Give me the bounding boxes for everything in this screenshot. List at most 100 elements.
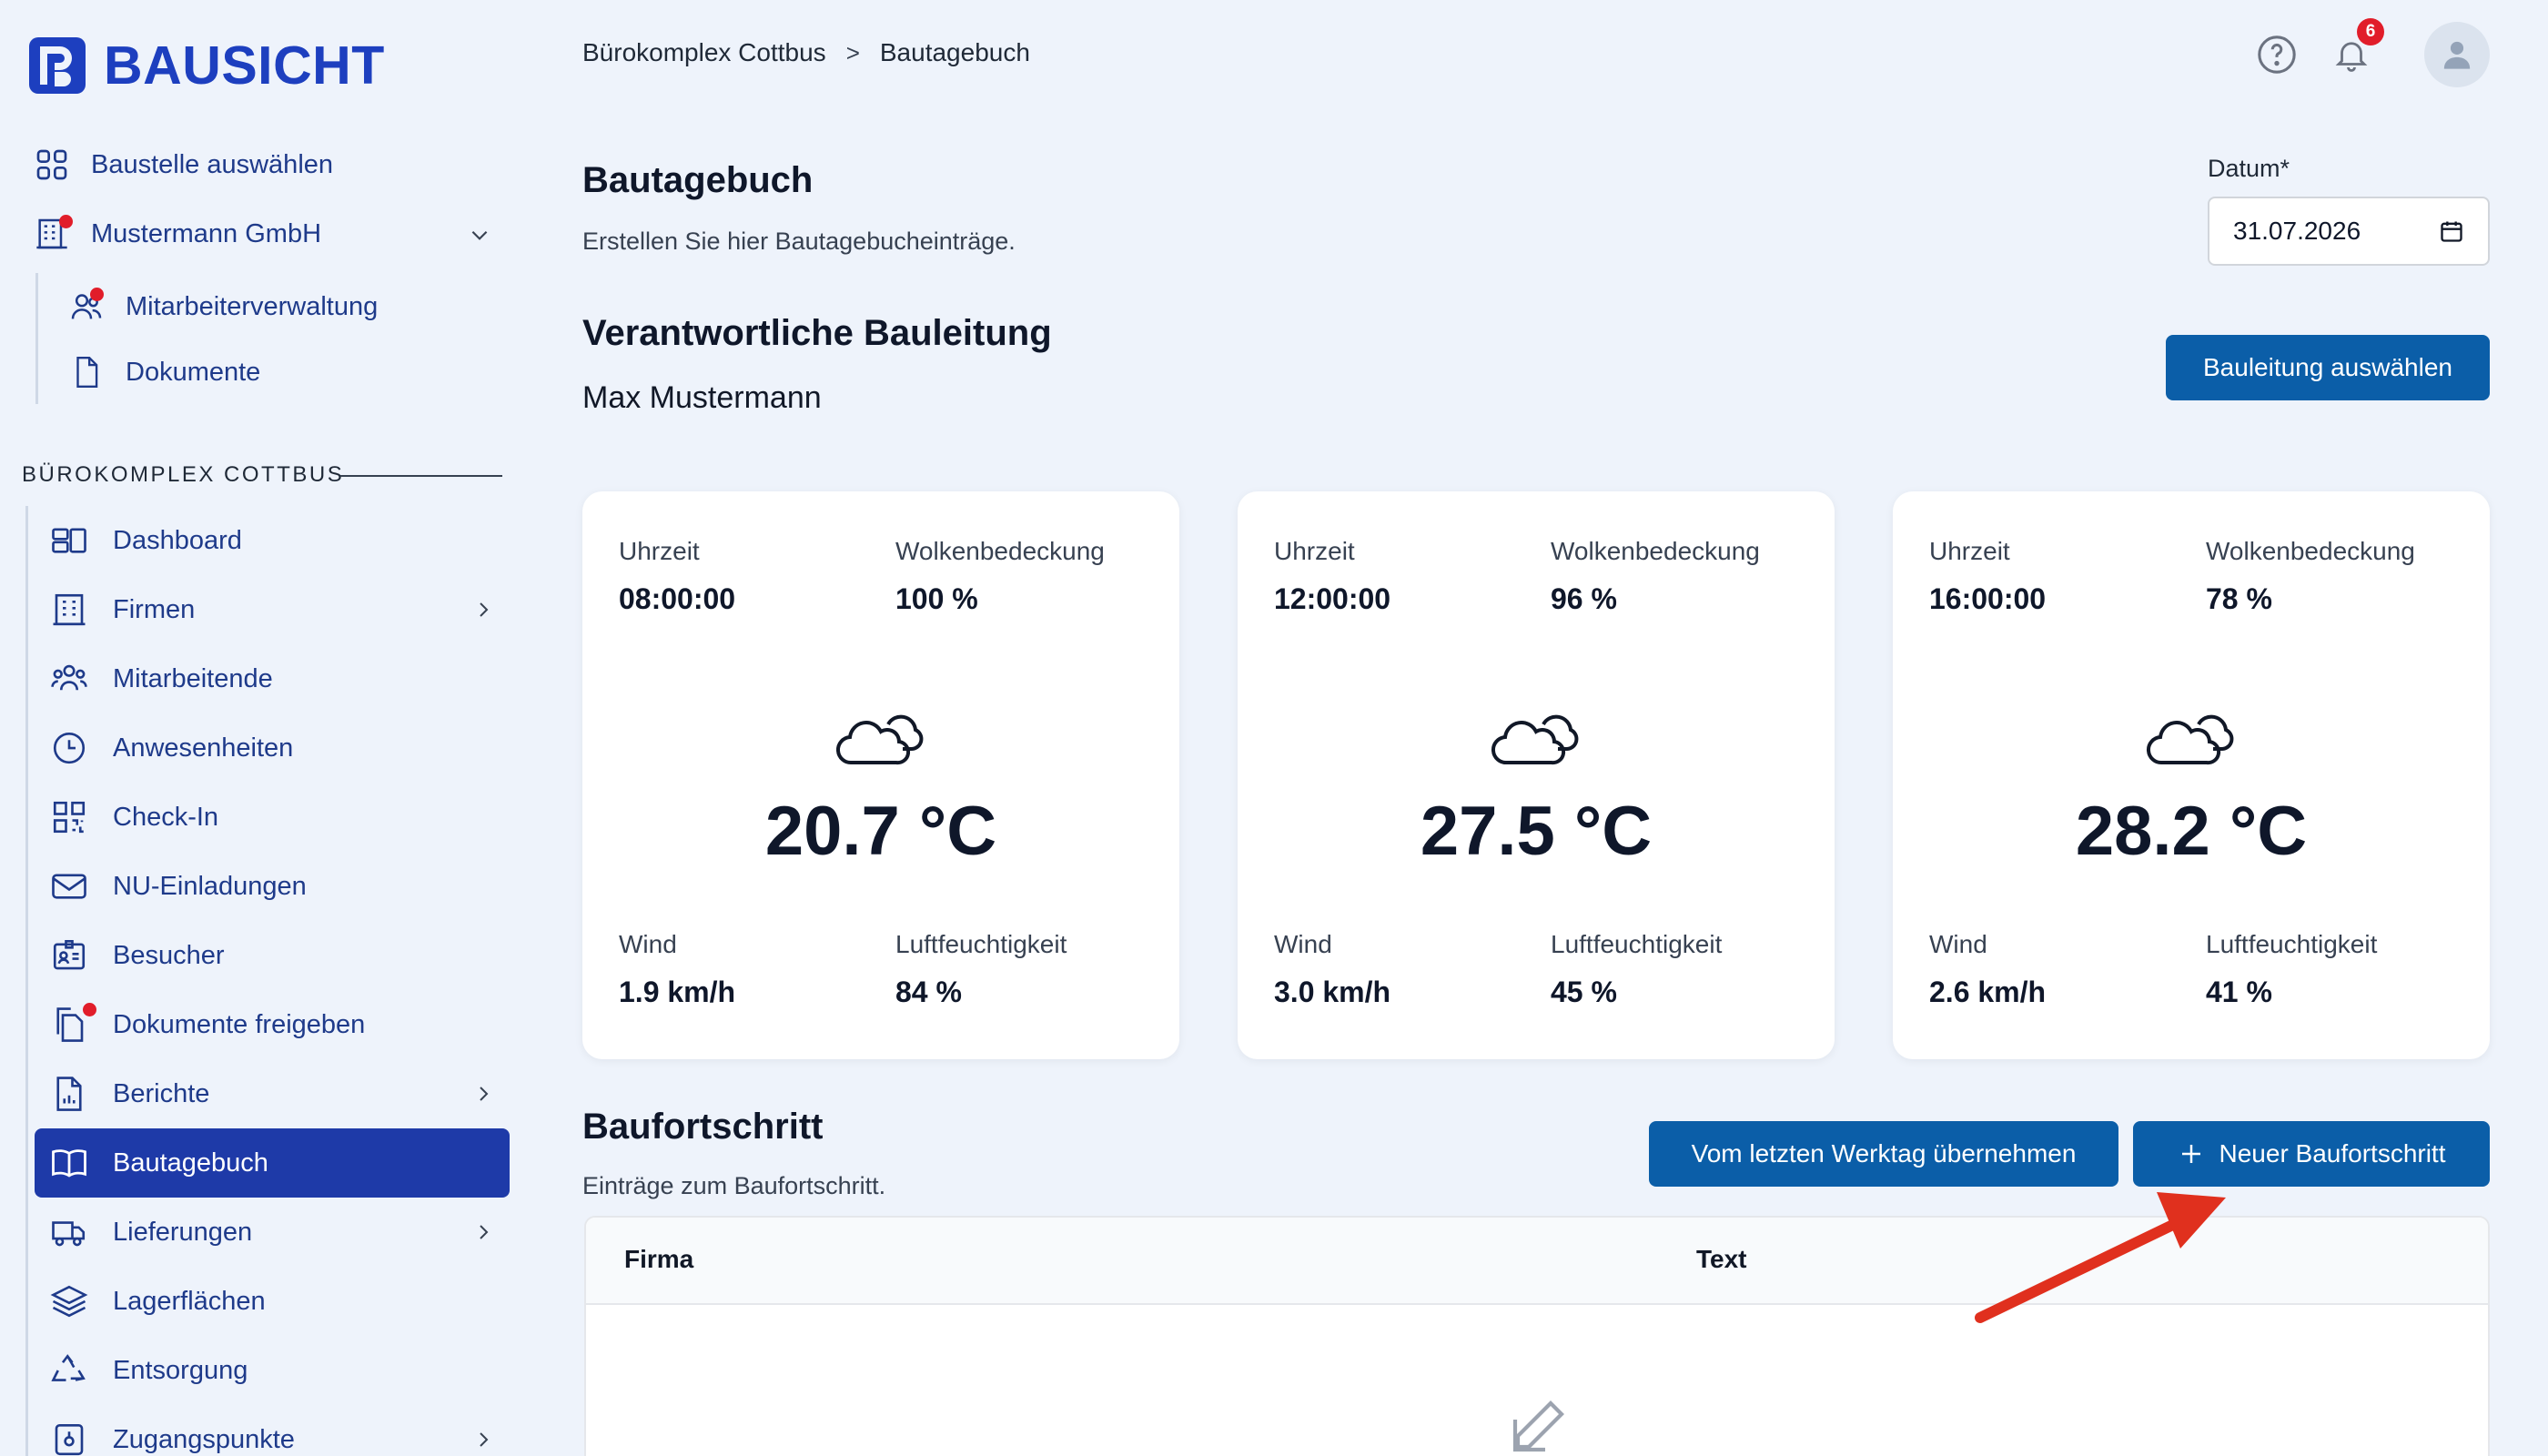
weather-card: Uhrzeit Wolkenbedeckung 08:00:00 100 % 2…	[582, 491, 1179, 1059]
copy-from-last-workday-button[interactable]: Vom letzten Werktag übernehmen	[1649, 1121, 2118, 1187]
chevron-right-icon[interactable]	[470, 1080, 497, 1107]
nav-label: NU-Einladungen	[113, 871, 307, 901]
nav-label: Mitarbeitende	[113, 663, 273, 693]
chevron-down-icon[interactable]	[466, 221, 493, 248]
page-subtitle: Erstellen Sie hier Bautagebucheinträge.	[582, 228, 1016, 255]
column-header-text[interactable]: Text	[1696, 1245, 1747, 1274]
cloud-icon	[2146, 714, 2234, 765]
nav-label: Besucher	[113, 940, 225, 970]
select-site-link[interactable]: Baustelle auswählen	[31, 144, 333, 186]
progress-table: Firma Text	[584, 1216, 2490, 1456]
wind-label: Wind	[1929, 930, 1987, 958]
group-icon	[47, 657, 91, 701]
truck-icon	[47, 1210, 91, 1254]
humidity-label: Luftfeuchtigkeit	[895, 930, 1067, 958]
sidebar-item-check-in[interactable]: Check-In	[35, 783, 510, 852]
report-icon	[47, 1072, 91, 1116]
temperature: 27.5 °C	[1420, 793, 1653, 870]
clouds-label: Wolkenbedeckung	[1551, 537, 1760, 565]
breadcrumb-current: Bautagebuch	[879, 38, 1030, 66]
sidebar-item-dashboard[interactable]: Dashboard	[35, 506, 510, 575]
sidebar-item-sub-invites[interactable]: NU-Einladungen	[35, 852, 510, 921]
sidebar-item-disposal[interactable]: Entsorgung	[35, 1336, 510, 1405]
logo-icon	[29, 37, 86, 94]
humidity-label: Luftfeuchtigkeit	[1551, 930, 1723, 958]
brand-name: BAUSICHT	[104, 35, 385, 96]
sidebar-item-visitors[interactable]: Besucher	[35, 921, 510, 990]
column-header-firm[interactable]: Firma	[624, 1245, 693, 1274]
time-value: 16:00:00	[1929, 582, 2047, 615]
clouds-value: 100 %	[895, 582, 978, 615]
alert-dot	[83, 1003, 96, 1016]
submenu-guide	[35, 273, 38, 404]
section-title: BÜROKOMPLEX COTTBUS	[22, 462, 345, 487]
sidebar-item-attendance[interactable]: Anwesenheiten	[35, 713, 510, 783]
user-icon	[2443, 41, 2471, 69]
nav-label: Bautagebuch	[113, 1148, 268, 1178]
select-manager-button[interactable]: Bauleitung auswählen	[2166, 335, 2490, 400]
new-progress-label: Neuer Baufortschritt	[2219, 1139, 2446, 1168]
nav-label: Dokumente freigeben	[113, 1009, 366, 1039]
nav-label: Zugangspunkte	[113, 1424, 295, 1454]
company-selector[interactable]: Mustermann GmbH	[31, 213, 321, 255]
wind-value: 1.9 km/h	[619, 976, 736, 1008]
page-title: Bautagebuch	[582, 160, 814, 200]
breadcrumb-item[interactable]: Bürokomplex Cottbus	[582, 38, 826, 67]
calendar-icon[interactable]	[2439, 218, 2464, 244]
chevron-right-icon[interactable]	[470, 1426, 497, 1453]
alert-dot	[90, 288, 104, 301]
humidity-label: Luftfeuchtigkeit	[2206, 930, 2378, 958]
clouds-value: 78 %	[2206, 582, 2272, 615]
employee-admin-label: Mitarbeiterverwaltung	[126, 291, 379, 321]
logo[interactable]: BAUSICHT	[27, 35, 385, 96]
sidebar-item-construction-diary[interactable]: Bautagebuch	[35, 1128, 510, 1198]
temperature: 20.7 °C	[764, 793, 997, 870]
progress-heading: Baufortschritt	[582, 1107, 824, 1147]
new-progress-button[interactable]: Neuer Baufortschritt	[2133, 1121, 2490, 1187]
sidebar-item-deliveries[interactable]: Lieferungen	[35, 1198, 510, 1267]
recycle-icon	[47, 1349, 91, 1392]
cloud-icon	[1491, 714, 1579, 765]
documents-copy-icon	[47, 1003, 96, 1046]
grid-icon	[31, 144, 73, 186]
section-divider	[340, 475, 502, 477]
chevron-right-icon[interactable]	[470, 596, 497, 623]
dashboard-icon	[47, 519, 91, 562]
date-value: 31.07.2026	[2233, 217, 2361, 245]
chevron-right-icon: >	[845, 38, 860, 66]
humidity-value: 84 %	[895, 976, 962, 1008]
wind-value: 3.0 km/h	[1274, 976, 1391, 1008]
sidebar-item-access-points[interactable]: Zugangspunkte	[35, 1405, 510, 1456]
sidebar-item-staff[interactable]: Mitarbeitende	[35, 644, 510, 713]
book-icon	[47, 1141, 91, 1185]
clouds-label: Wolkenbedeckung	[895, 537, 1105, 565]
clock-icon	[47, 726, 91, 770]
sidebar-item-release-docs[interactable]: Dokumente freigeben	[35, 990, 510, 1059]
sidebar-item-firms[interactable]: Firmen	[35, 575, 510, 644]
document-icon	[66, 351, 107, 393]
chevron-right-icon[interactable]	[470, 1218, 497, 1246]
time-label: Uhrzeit	[1929, 537, 2010, 565]
clouds-label: Wolkenbedeckung	[2206, 537, 2415, 565]
users-icon	[66, 286, 107, 328]
responsible-heading: Verantwortliche Bauleitung	[582, 313, 1052, 353]
company-label: Mustermann GmbH	[91, 218, 322, 248]
date-field[interactable]: 31.07.2026	[2208, 197, 2490, 266]
sidebar-item-documents[interactable]: Dokumente	[66, 351, 260, 393]
nav-label: Firmen	[113, 594, 196, 624]
clouds-value: 96 %	[1551, 582, 1617, 615]
responsible-name: Max Mustermann	[582, 380, 822, 415]
envelope-icon	[47, 864, 91, 908]
select-site-label: Baustelle auswählen	[91, 149, 334, 179]
help-icon[interactable]	[2255, 33, 2299, 76]
table-header: Firma Text	[586, 1218, 2488, 1305]
office-building-icon	[47, 588, 91, 632]
sidebar-item-employee-admin[interactable]: Mitarbeiterverwaltung	[66, 286, 378, 328]
sidebar-item-reports[interactable]: Berichte	[35, 1059, 510, 1128]
weather-card: Uhrzeit Wolkenbedeckung 16:00:00 78 % 28…	[1893, 491, 2490, 1059]
nav-label: Lieferungen	[113, 1217, 253, 1247]
sidebar-item-storage[interactable]: Lagerflächen	[35, 1267, 510, 1336]
time-value: 12:00:00	[1274, 582, 1391, 615]
avatar[interactable]	[2424, 22, 2490, 87]
wind-value: 2.6 km/h	[1929, 976, 2047, 1008]
